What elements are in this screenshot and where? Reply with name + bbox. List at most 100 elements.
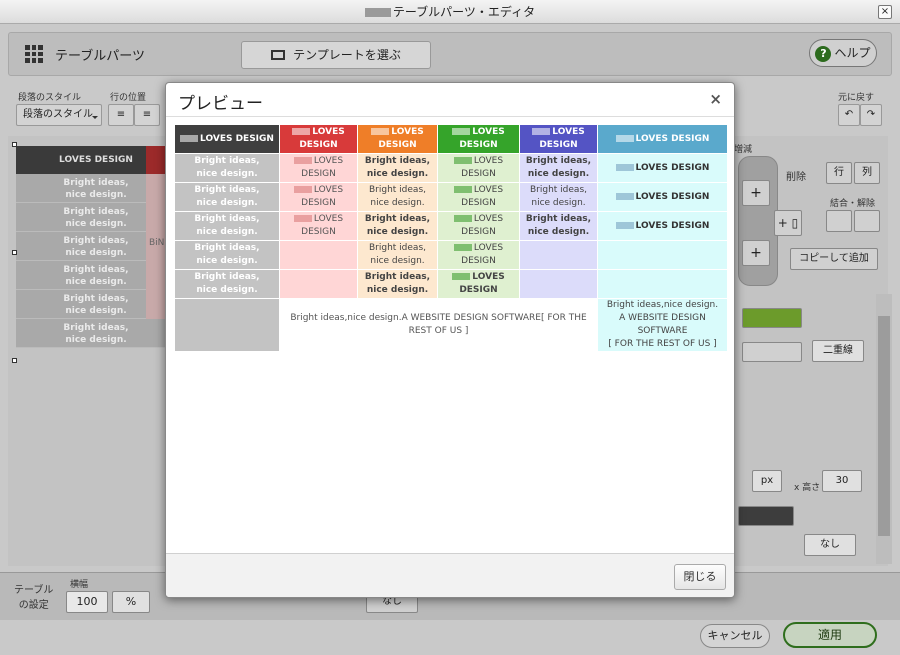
preview-row: Bright ideas, nice design. LOVES DESIGN Br… — [174, 211, 728, 241]
preview-footer-merged: Bright ideas,nice design.A WEBSITE DESIG… — [279, 298, 598, 352]
preview-cell: LOVES DESIGN — [279, 211, 358, 241]
height-label: x 高さ — [794, 483, 821, 493]
width-unit-select[interactable]: % — [112, 591, 150, 613]
redacted-logo — [453, 157, 472, 164]
copy-add-button[interactable]: コピーして追加 — [790, 248, 878, 270]
app-name-redacted — [364, 8, 391, 17]
preview-cell: LOVES DESIGN — [597, 182, 728, 212]
modal-footer: 閉じる — [166, 553, 734, 597]
editor-title: テーブルパーツ — [55, 49, 145, 64]
apply-button[interactable]: 適用 — [783, 622, 877, 648]
preview-cell: LOVES DESIGN — [597, 153, 728, 183]
preview-cell: LOVES DESIGN — [437, 153, 520, 183]
preview-cell-text: Bright ideas, nice design. — [364, 156, 431, 179]
preview-table: LOVES DESIGN LOVES DESIGN LOVES DESIGN LOVE… — [174, 124, 728, 352]
align-left-button[interactable]: ≡ — [108, 104, 134, 126]
none-select[interactable]: なし — [804, 534, 856, 556]
preview-row: Bright ideas, nice design. Bright ideas, … — [174, 240, 728, 270]
preview-header-text: LOVES DESIGN — [200, 133, 274, 144]
close-button[interactable]: 閉じる — [674, 564, 726, 590]
redacted-logo — [452, 128, 471, 135]
preview-cell-text: Bright ideas, nice design. — [194, 156, 260, 179]
preview-cell-text: LOVES DESIGN — [635, 191, 710, 202]
color-swatch-green[interactable] — [742, 308, 802, 328]
preview-cell: LOVES DESIGN — [437, 211, 520, 241]
redacted-logo — [293, 157, 312, 164]
redacted-logo — [453, 215, 472, 222]
delete-label: 削除 — [786, 172, 806, 183]
resize-handle[interactable] — [12, 250, 17, 255]
preview-cell-text: Bright ideas, nice design. — [369, 243, 426, 266]
width-input[interactable]: 100 — [66, 591, 108, 613]
table-grid-icon — [25, 45, 43, 63]
preview-cell: Bright ideas, nice design. — [357, 211, 438, 241]
redo-button[interactable]: ↷ — [860, 104, 882, 126]
window-close-button[interactable]: × — [878, 5, 892, 19]
add-column-button[interactable]: + ▯ — [774, 210, 802, 236]
preview-row: Bright ideas, nice design. LOVES DESIGN Br… — [174, 153, 728, 183]
unit-px-select[interactable]: px — [752, 470, 782, 492]
window-title: テーブルパーツ・エディタ — [392, 5, 536, 19]
cancel-button[interactable]: キャンセル — [700, 624, 770, 648]
preview-cell: LOVES DESIGN — [437, 269, 520, 299]
preview-cell-text: Bright ideas, nice design. — [194, 272, 260, 295]
redacted-logo — [615, 221, 634, 229]
editor-footer: キャンセル 適用 — [0, 620, 900, 655]
redacted-logo — [532, 128, 551, 135]
resize-handle[interactable] — [12, 142, 17, 147]
modal-close-icon[interactable]: × — [709, 90, 722, 108]
delete-col-button[interactable]: 列 — [854, 162, 880, 184]
preview-cell: Bright ideas, nice design. — [174, 182, 280, 212]
color-swatch-dark[interactable] — [738, 506, 794, 526]
preview-cell: Bright ideas, nice design. — [519, 153, 598, 183]
merge-button[interactable] — [826, 210, 852, 232]
preview-cell-text: Bright ideas, nice design. — [194, 185, 260, 208]
preview-cell — [597, 240, 728, 270]
preview-cell-text: Bright ideas, nice design. — [364, 272, 431, 295]
add-row-above-button[interactable]: + — [742, 180, 770, 206]
preview-cell: Bright ideas, nice design. — [174, 269, 280, 299]
background-cell: Bright ideas, nice design. — [16, 319, 176, 348]
right-settings-panel: 増減 + + + ▯ 削除 行 列 結合・解除 コピーして追加 二重線 px x… — [734, 136, 892, 566]
border-style-select[interactable] — [742, 342, 802, 362]
preview-cell: Bright ideas, nice design. — [519, 211, 598, 241]
paragraph-style-select[interactable]: 段落のスタイル — [16, 104, 102, 126]
split-button[interactable] — [854, 210, 880, 232]
revert-label: 元に戻す — [838, 93, 875, 103]
preview-cell: LOVES DESIGN — [279, 153, 358, 183]
undo-button[interactable]: ↶ — [838, 104, 860, 126]
decrease-label: 増減 — [734, 145, 753, 155]
preview-cell: Bright ideas, nice design. — [174, 211, 280, 241]
height-input[interactable]: 30 — [822, 470, 862, 492]
preview-cell: Bright ideas, nice design. — [357, 182, 438, 212]
preview-cell-text: Bright ideas, nice design. — [364, 214, 431, 237]
border-double-select[interactable]: 二重線 — [812, 340, 864, 362]
paragraph-style-label: 段落のスタイル — [18, 93, 82, 103]
redacted-logo — [293, 186, 312, 193]
redacted-logo — [180, 134, 199, 142]
preview-header-cell: LOVES DESIGN — [357, 124, 438, 154]
preview-modal: プレビュー × LOVES DESIGN LOVES DESIGN LOVES DE… — [165, 82, 735, 598]
preview-header-cell: LOVES DESIGN — [437, 124, 520, 154]
delete-row-button[interactable]: 行 — [826, 162, 852, 184]
align-center-button[interactable]: ≡ — [134, 104, 160, 126]
preview-cell-text: Bright ideas, nice design. — [194, 243, 260, 266]
modal-title: プレビュー — [178, 94, 263, 114]
help-button[interactable]: ? ヘルプ — [809, 39, 877, 67]
help-icon: ? — [815, 46, 832, 62]
resize-handle[interactable] — [12, 358, 17, 363]
preview-cell-text: Bright ideas, nice design. — [194, 214, 260, 237]
width-label: 横幅 — [70, 580, 89, 590]
template-icon — [271, 50, 286, 60]
scrollbar-thumb[interactable] — [878, 316, 890, 536]
choose-template-button[interactable]: テンプレートを選ぶ — [241, 41, 431, 69]
row-col-stepper[interactable] — [738, 156, 778, 286]
preview-row: Bright ideas, nice design. Bright ideas, … — [174, 269, 728, 299]
preview-row: Bright ideas, nice design. LOVES DESIGN Br… — [174, 182, 728, 212]
add-row-below-button[interactable]: + — [742, 240, 770, 266]
preview-cell: Bright ideas, nice design. — [357, 153, 438, 183]
panel-scrollbar[interactable] — [876, 294, 892, 564]
preview-header-text: LOVES DESIGN — [635, 133, 710, 144]
redacted-logo — [453, 244, 472, 251]
redacted-logo — [615, 192, 634, 200]
